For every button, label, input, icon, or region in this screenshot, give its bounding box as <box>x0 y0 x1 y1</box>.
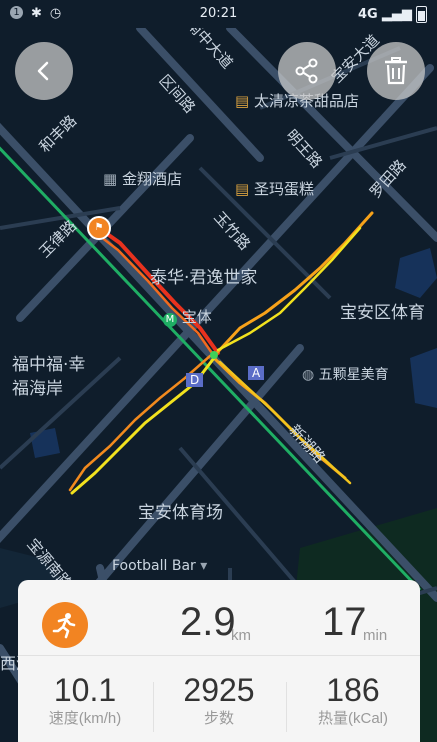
trash-icon <box>385 57 407 85</box>
duration-value: 17 <box>322 600 367 644</box>
delete-button[interactable] <box>367 42 425 100</box>
poi-name: 圣玛蛋糕 <box>253 180 314 198</box>
status-bar: 1 ✱ ◷ 20:21 4G ▂▄▆ <box>0 0 437 28</box>
steps-value: 2925 <box>183 672 255 708</box>
map-label-area: 福中福·幸 <box>12 355 86 375</box>
poi-name: 五颗星美育 <box>318 367 389 383</box>
route-start-marker: ⚑ <box>87 216 111 240</box>
calories-stat: 186 热量(kCal) <box>286 672 420 728</box>
station-entrance-a: A <box>248 366 265 380</box>
status-right: 4G ▂▄▆ <box>358 6 427 23</box>
duration-unit: min <box>363 627 388 644</box>
speed-label: 速度(km/h) <box>48 710 122 727</box>
map-label-metro: M 宝体 <box>163 306 212 327</box>
speed-stat: 10.1 速度(km/h) <box>18 672 152 728</box>
map-label-area: 福海岸 <box>12 379 63 399</box>
running-icon <box>42 602 88 648</box>
chevron-left-icon <box>37 61 49 81</box>
panel-divider <box>18 655 420 656</box>
battery-icon <box>416 6 427 23</box>
map-label-area: 泰华·君逸世家 <box>150 268 258 288</box>
steps-label: 步数 <box>203 710 234 727</box>
station-entrance-d: D <box>186 373 204 387</box>
back-button[interactable] <box>15 42 73 100</box>
map-label-poi: Football Bar ▾ <box>112 558 208 574</box>
calories-value: 186 <box>326 672 380 708</box>
map-label-poi: ▦ 金翔酒店 <box>103 170 182 188</box>
share-icon <box>295 58 318 84</box>
distance-value: 2.9 <box>180 600 236 644</box>
signal-icon: ▂▄▆ <box>381 7 412 22</box>
speed-value: 10.1 <box>53 672 117 708</box>
route-end-marker <box>210 351 218 359</box>
distance-unit: km <box>231 627 251 644</box>
map-label-poi: ▤ 圣玛蛋糕 <box>235 180 314 198</box>
steps-stat: 2925 步数 <box>152 672 286 728</box>
calories-label: 热量(kCal) <box>318 710 388 727</box>
network-label: 4G <box>358 7 378 22</box>
poi-name: Football Bar <box>112 558 196 574</box>
metro-station-name: 宝体 <box>181 308 212 326</box>
map-label-area: 宝安区体育 <box>340 303 425 323</box>
poi-name: 金翔酒店 <box>121 170 182 188</box>
map-label-area: 宝安体育场 <box>138 503 223 523</box>
run-summary-panel: 2.9 km 17 min 10.1 速度(km/h) 2925 步数 186 … <box>18 580 420 742</box>
share-button[interactable] <box>278 42 336 100</box>
map-label-poi: ◍ 五颗星美育 <box>302 367 389 383</box>
